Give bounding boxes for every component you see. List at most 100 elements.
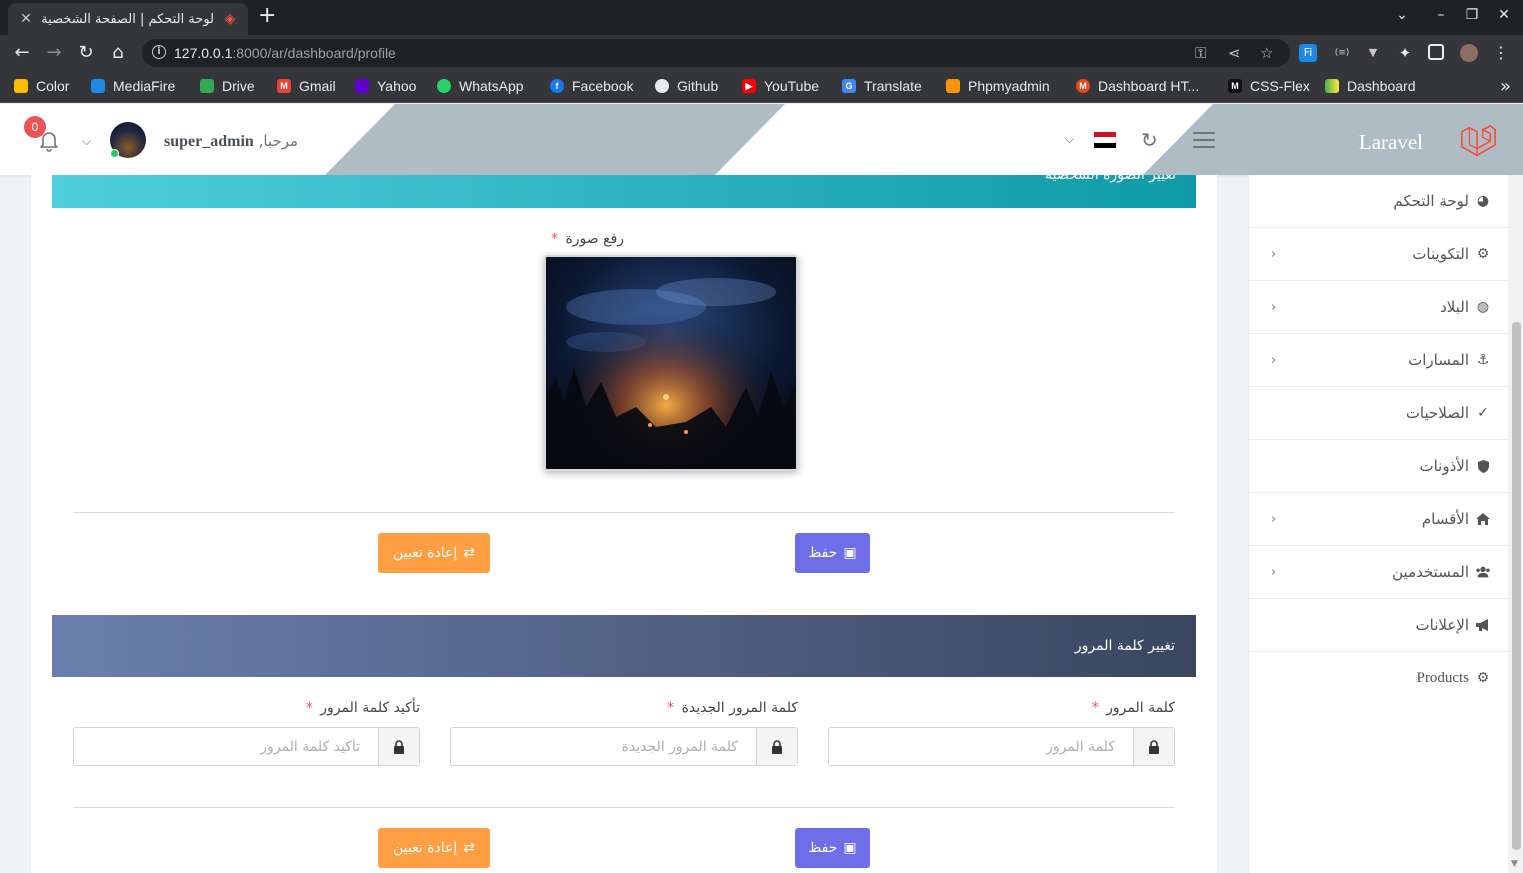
extensions-puzzle-icon[interactable]: ✦ [1396,44,1414,62]
bookmark-label: Drive [222,78,255,94]
sidebar-item-permissions[interactable]: الأذونات [1249,440,1509,493]
bookmark-gmail[interactable]: M Gmail [277,78,336,94]
user-menu-chevron-down-icon[interactable]: ⌵ [82,134,91,149]
close-window-icon[interactable]: ✕ [1494,7,1514,23]
dashboard-ht-icon: M [1076,79,1090,93]
bookmark-star-icon[interactable]: ☆ [1260,44,1273,62]
back-icon[interactable]: ← [11,42,33,64]
refresh-icon[interactable]: ↻ [1141,128,1158,152]
site-info-icon[interactable]: i [152,45,166,59]
sidebar-item-label: لوحة التحكم [1393,192,1469,210]
chevron-left-icon: ‹ [1271,247,1277,262]
bookmark-color[interactable]: Color [14,78,69,94]
bookmark-dashboard[interactable]: Dashboard [1325,78,1416,94]
restore-icon[interactable]: ❐ [1462,7,1482,23]
bookmark-label: CSS-Flex [1250,78,1310,94]
sidebar-item-label: الأذونات [1419,457,1469,475]
laravel-favicon-icon: ◈ [224,11,236,27]
sidebar-item-configurations[interactable]: ⚙ التكوينات ‹ [1249,228,1509,281]
reset-profile-picture-button[interactable]: ⇄ إعادة تعيين [378,533,490,573]
lock-icon [756,728,797,765]
sidebar-item-label: المسارات [1408,351,1469,369]
sidebar-item-dashboard[interactable]: ◕ لوحة التحكم [1249,175,1509,228]
current-password-input[interactable] [829,728,1133,765]
field-label-text: كلمة المرور الجديدة [681,700,798,716]
bookmark-facebook[interactable]: f Facebook [550,78,633,94]
language-chevron-down-icon[interactable]: ⌵ [1065,132,1074,147]
save-profile-picture-button[interactable]: ▣ حفظ [795,533,870,573]
bookmark-youtube[interactable]: ▶ YouTube [742,78,819,94]
lock-icon [1133,728,1174,765]
menu-toggle-icon[interactable] [1193,132,1215,153]
browser-tab-bar: ◈ لوحة التحكم | الصفحة الشخصية ✕ + ⌄ – ❐… [0,0,1523,35]
bookmark-whatsapp[interactable]: WhatsApp [437,78,524,94]
night-sky-image [546,257,796,469]
reload-icon[interactable]: ↻ [75,42,97,64]
page-scrollbar[interactable]: ▼ [1509,175,1523,873]
header-decor-stripe [325,104,785,175]
url-text[interactable]: 127.0.0.1:8000/ar/dashboard/profile [174,45,396,61]
sidebar-item-countries[interactable]: ◍ البلاد ‹ [1249,281,1509,334]
brand-name[interactable]: Laravel [1359,130,1423,155]
field-label-text: كلمة المرور [1106,700,1175,716]
scrollbar-thumb[interactable] [1512,322,1521,850]
bookmark-mediafire[interactable]: MediaFire [91,78,175,94]
sidebar-item-ads[interactable]: الإعلانات [1249,599,1509,652]
notification-badge[interactable]: 0 [24,116,46,138]
mediafire-icon [91,79,105,93]
profile-avatar-icon[interactable] [1460,44,1478,62]
sidebar-item-products[interactable]: ⚙ Products [1249,652,1509,705]
tab-search-icon[interactable]: ⌄ [1392,7,1412,23]
translate-icon: G [842,79,856,93]
bookmarks-bar: Color MediaFire Drive M Gmail Yahoo Whats… [0,71,1523,103]
bookmark-translate[interactable]: G Translate [842,78,922,94]
reset-password-button[interactable]: ⇄ إعادة تعيين [378,828,490,868]
bookmark-phpmyadmin[interactable]: Phpmyadmin [946,78,1050,94]
lock-icon [378,728,419,765]
side-panel-icon[interactable] [1428,44,1444,60]
minimize-icon[interactable]: – [1431,7,1451,23]
extension-vue-icon[interactable]: ▼ [1364,44,1382,62]
extension-code-icon[interactable]: (≡) [1333,44,1351,62]
bookmark-css-flex[interactable]: M CSS-Flex [1228,78,1310,94]
bookmark-dashboard-ht[interactable]: M Dashboard HT... [1076,78,1199,94]
chevron-left-icon: ‹ [1271,353,1277,368]
laravel-logo-icon [1460,124,1496,157]
scroll-down-arrow-icon[interactable]: ▼ [1511,859,1518,869]
browser-tab[interactable]: ◈ لوحة التحكم | الصفحة الشخصية ✕ [8,3,248,35]
tab-close-icon[interactable]: ✕ [18,11,34,27]
browser-menu-icon[interactable]: ⋮ [1492,44,1510,62]
bookmark-label: WhatsApp [459,78,524,94]
sidebar-item-sections[interactable]: الأقسام ‹ [1249,493,1509,546]
forward-icon[interactable]: → [43,42,65,64]
sidebar-item-label: المستخدمين [1392,563,1469,581]
reset-arrows-icon: ⇄ [463,840,476,856]
yahoo-icon [355,79,369,93]
new-tab-icon[interactable]: + [258,5,276,27]
sidebar-item-label: Products [1416,670,1470,686]
sidebar-item-users[interactable]: المستخدمين ‹ [1249,546,1509,599]
sidebar-item-label: التكوينات [1412,245,1469,263]
profile-image-preview[interactable] [544,255,798,471]
sidebar-item-routes[interactable]: ⚓ المسارات ‹ [1249,334,1509,387]
bookmark-drive[interactable]: Drive [200,78,255,94]
extension-fi-icon[interactable]: Fi [1299,44,1317,62]
bookmark-github[interactable]: Github [655,78,718,94]
new-password-input[interactable] [451,728,756,765]
more-bookmarks-icon[interactable]: » [1500,76,1511,97]
share-icon[interactable]: ⋖ [1228,44,1241,62]
password-key-icon[interactable]: ⚿ [1195,44,1206,62]
users-icon [1475,564,1491,580]
home-icon[interactable]: ⌂ [107,42,129,64]
welcome-text[interactable]: مرحبا, super_admin [164,132,298,151]
sidebar-item-roles[interactable]: ✓ الصلاحيات [1249,387,1509,440]
confirm-password-input[interactable] [74,728,378,765]
egypt-flag-icon[interactable] [1094,132,1116,148]
confirm-password-field [73,727,420,766]
field-label-text: تأكيد كلمة المرور [320,700,420,716]
bookmark-label: Github [677,78,719,94]
bookmark-yahoo[interactable]: Yahoo [355,78,416,94]
bookmark-label: Gmail [299,78,336,94]
address-bar[interactable]: i 127.0.0.1:8000/ar/dashboard/profile ⚿ … [142,39,1290,67]
save-password-button[interactable]: ▣ حفظ [795,828,870,868]
